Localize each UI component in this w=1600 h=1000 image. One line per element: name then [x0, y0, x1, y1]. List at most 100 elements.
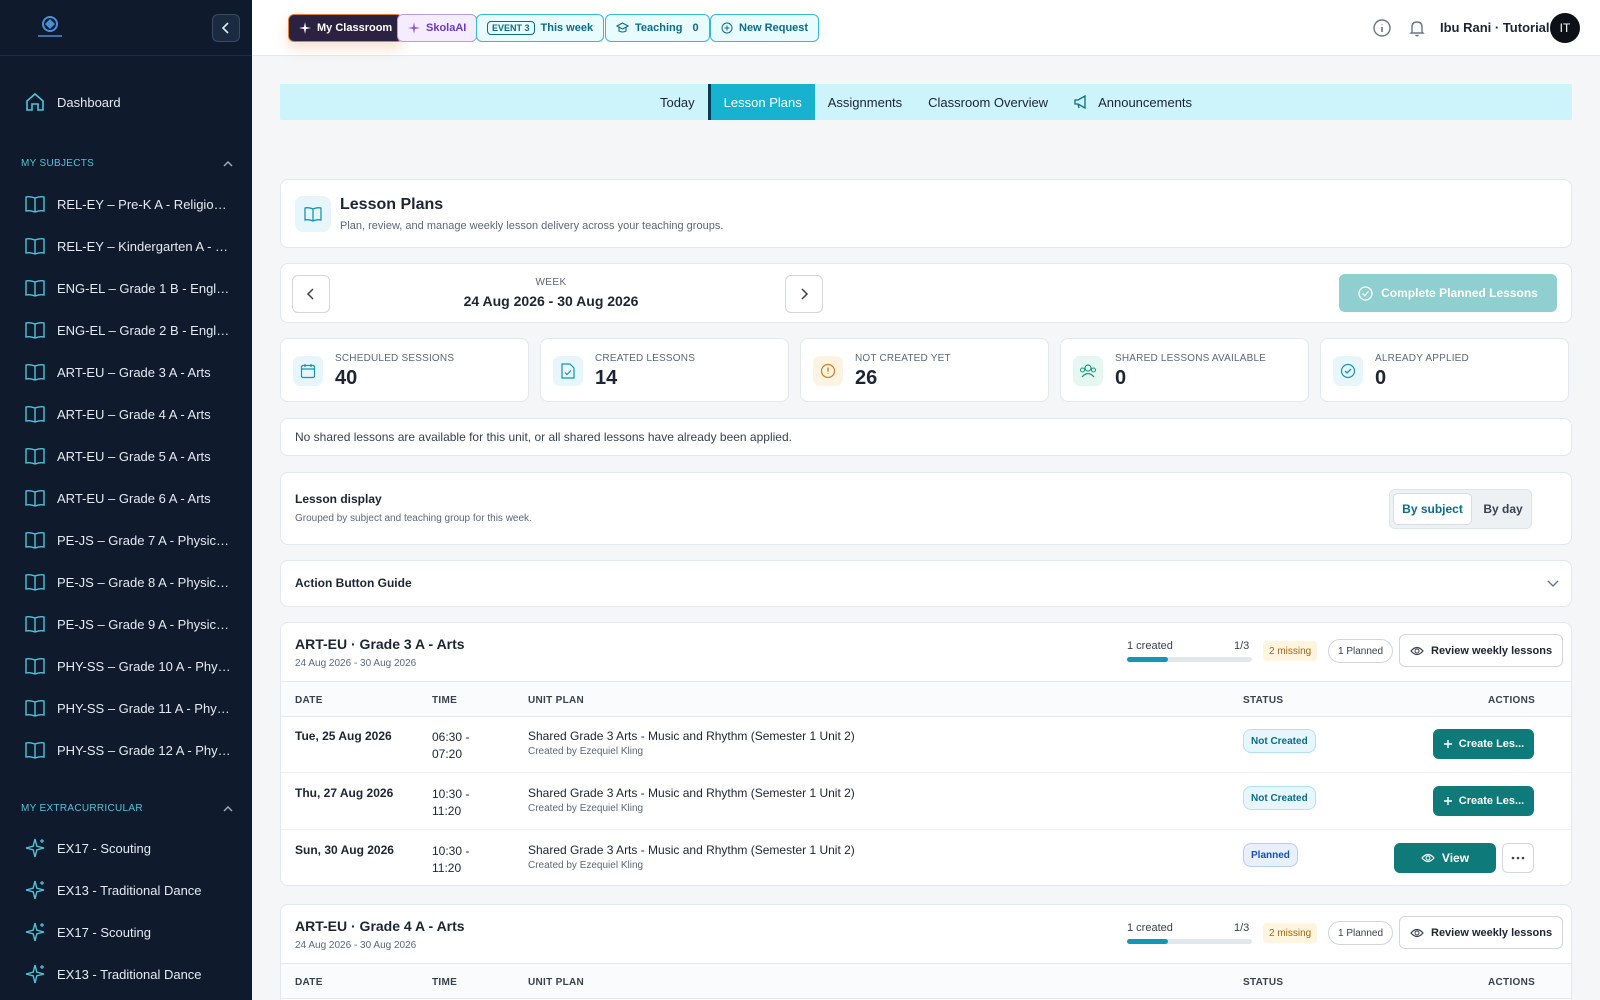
book-icon: [25, 531, 45, 549]
row-date: Tue, 25 Aug 2026: [295, 729, 392, 743]
book-icon: [25, 279, 45, 297]
eye-icon: [1410, 646, 1424, 655]
sidebar-item-dashboard[interactable]: Dashboard: [0, 84, 252, 120]
event-button[interactable]: EVENT 3 This week: [476, 14, 605, 42]
my-subjects-section-header[interactable]: MY SUBJECTS: [21, 158, 233, 169]
by-subject-button[interactable]: By subject: [1393, 493, 1472, 525]
sidebar-item-extracurricular[interactable]: EX13 - Traditional Dance: [0, 872, 252, 908]
progress-fill: [1127, 939, 1169, 944]
chip-label: My Classroom: [317, 22, 393, 34]
col-status: STATUS: [1243, 695, 1284, 706]
collapse-sidebar-button[interactable]: [212, 14, 240, 42]
avatar[interactable]: IT: [1550, 13, 1580, 43]
status-badge: Not Created: [1243, 729, 1316, 753]
review-weekly-lessons-button[interactable]: Review weekly lessons: [1399, 916, 1564, 949]
chip-label: New Request: [739, 22, 809, 34]
sidebar-item-subject[interactable]: ART-EU – Grade 5 A - Arts: [0, 438, 252, 474]
new-request-button[interactable]: New Request: [710, 14, 820, 42]
sidebar-item-subject[interactable]: REL-EY – Kindergarten A - Reli...: [0, 228, 252, 264]
my-extracurricular-section-header[interactable]: MY EXTRACURRICULAR: [21, 803, 233, 814]
bell-icon[interactable]: [1407, 18, 1427, 38]
book-icon: [25, 321, 45, 339]
tab-announcements[interactable]: Announcements: [1061, 84, 1205, 120]
skolaai-button[interactable]: SkolaAI: [397, 14, 478, 42]
review-weekly-lessons-button[interactable]: Review weekly lessons: [1399, 634, 1564, 667]
sidebar-item-subject[interactable]: ART-EU – Grade 6 A - Arts: [0, 480, 252, 516]
sidebar-item-subject[interactable]: PE-JS – Grade 9 A - Physical E...: [0, 606, 252, 642]
page-subtitle: Plan, review, and manage weekly lesson d…: [340, 220, 724, 232]
sidebar-item-extracurricular[interactable]: EX13 - Traditional Dance: [0, 956, 252, 992]
row-created-by: Created by Ezequiel Kling: [528, 746, 644, 757]
view-lesson-button[interactable]: View: [1394, 843, 1496, 873]
graduation-cap-icon: [616, 22, 629, 33]
school-logo-icon[interactable]: [34, 14, 66, 40]
sidebar-item-subject[interactable]: PHY-SS – Grade 12 A - Physics: [0, 732, 252, 768]
sidebar-item-label: ENG-EL – Grade 2 B - English: [57, 322, 232, 338]
teaching-button[interactable]: Teaching 0: [605, 14, 710, 42]
sidebar-item-label: EX13 - Traditional Dance: [57, 966, 202, 982]
more-actions-button[interactable]: [1502, 843, 1534, 873]
by-day-button[interactable]: By day: [1476, 493, 1530, 525]
lesson-display-subtitle: Grouped by subject and teaching group fo…: [295, 513, 532, 524]
sidebar-item-subject[interactable]: REL-EY – Pre-K A - Religious a...: [0, 186, 252, 222]
info-icon[interactable]: [1372, 18, 1392, 38]
sidebar-header: [0, 0, 252, 56]
sidebar-item-subject[interactable]: PHY-SS – Grade 10 A - Physics: [0, 648, 252, 684]
table-row: Tue, 25 Aug 2026 06:30 - 07:20 Shared Gr…: [281, 717, 1571, 773]
chevron-right-icon: [801, 288, 809, 300]
row-unit-plan[interactable]: Shared Grade 3 Arts - Music and Rhythm (…: [528, 786, 855, 800]
create-lesson-button[interactable]: Create Les...: [1433, 729, 1534, 759]
table-header: DATE TIME UNIT PLAN STATUS ACTIONS: [281, 963, 1571, 999]
tab-classroom-overview[interactable]: Classroom Overview: [915, 84, 1061, 120]
my-classroom-button[interactable]: My Classroom: [288, 14, 404, 42]
section-title: MY EXTRACURRICULAR: [21, 803, 143, 814]
next-week-button[interactable]: [785, 275, 823, 313]
sidebar-item-label: ART-EU – Grade 5 A - Arts: [57, 448, 211, 464]
sidebar-item-extracurricular[interactable]: EX17 - Scouting: [0, 914, 252, 950]
plus-icon: [1443, 797, 1452, 805]
action-button-guide[interactable]: Action Button Guide: [280, 560, 1572, 607]
sidebar-item-label: Dashboard: [57, 94, 121, 110]
sidebar-item-subject[interactable]: PE-JS – Grade 7 A - Physical E...: [0, 522, 252, 558]
stat-value: 40: [335, 367, 358, 389]
stat-label: CREATED LESSONS: [595, 353, 696, 364]
sidebar-item-extracurricular[interactable]: EX17 - Scouting: [0, 830, 252, 866]
user-name[interactable]: Ibu Rani · Tutorial: [1440, 20, 1550, 35]
book-icon: [295, 196, 331, 232]
button-label: Create Les...: [1458, 795, 1525, 807]
button-label: Complete Planned Lessons: [1381, 286, 1538, 300]
create-lesson-button[interactable]: Create Les...: [1433, 786, 1534, 816]
previous-week-button[interactable]: [292, 275, 330, 313]
row-unit-plan[interactable]: Shared Grade 3 Arts - Music and Rhythm (…: [528, 843, 855, 857]
sidebar-item-subject[interactable]: ART-EU – Grade 3 A - Arts: [0, 354, 252, 390]
tab-label: Announcements: [1098, 94, 1193, 110]
calendar-icon: [293, 356, 323, 386]
book-icon: [25, 447, 45, 465]
created-count: 1 created: [1127, 640, 1173, 652]
sidebar-item-subject[interactable]: ENG-EL – Grade 1 B - English: [0, 270, 252, 306]
chevron-up-icon: [223, 160, 233, 166]
tab-lesson-plans[interactable]: Lesson Plans: [707, 84, 815, 120]
sidebar-item-subject[interactable]: ART-EU – Grade 4 A - Arts: [0, 396, 252, 432]
week-range: 24 Aug 2026 - 30 Aug 2026: [463, 293, 639, 309]
week-selector-card: WEEK 24 Aug 2026 - 30 Aug 2026 Complete …: [280, 263, 1572, 323]
table-header: DATE TIME UNIT PLAN STATUS ACTIONS: [281, 681, 1571, 717]
col-time: TIME: [432, 977, 458, 988]
stat-label: SHARED LESSONS AVAILABLE: [1115, 353, 1267, 364]
complete-planned-lessons-button[interactable]: Complete Planned Lessons: [1339, 274, 1557, 312]
plus-circle-icon: [721, 22, 733, 34]
sidebar-item-subject[interactable]: PHY-SS – Grade 11 A - Physics: [0, 690, 252, 726]
megaphone-icon: [1074, 95, 1086, 109]
tab-assignments[interactable]: Assignments: [815, 84, 915, 120]
missing-badge: 2 missing: [1263, 641, 1318, 661]
sidebar-item-subject[interactable]: ENG-EL – Grade 2 B - English: [0, 312, 252, 348]
stat-value: 26: [855, 367, 878, 389]
week-label: WEEK: [535, 277, 567, 288]
lesson-display-card: Lesson display Grouped by subject and te…: [280, 472, 1572, 545]
stat-label: SCHEDULED SESSIONS: [335, 353, 455, 364]
tab-today[interactable]: Today: [647, 84, 708, 120]
sidebar-item-subject[interactable]: PE-JS – Grade 8 A - Physical E...: [0, 564, 252, 600]
row-unit-plan[interactable]: Shared Grade 3 Arts - Music and Rhythm (…: [528, 729, 855, 743]
col-unit-plan: UNIT PLAN: [528, 977, 585, 988]
created-count: 1 created: [1127, 922, 1173, 934]
